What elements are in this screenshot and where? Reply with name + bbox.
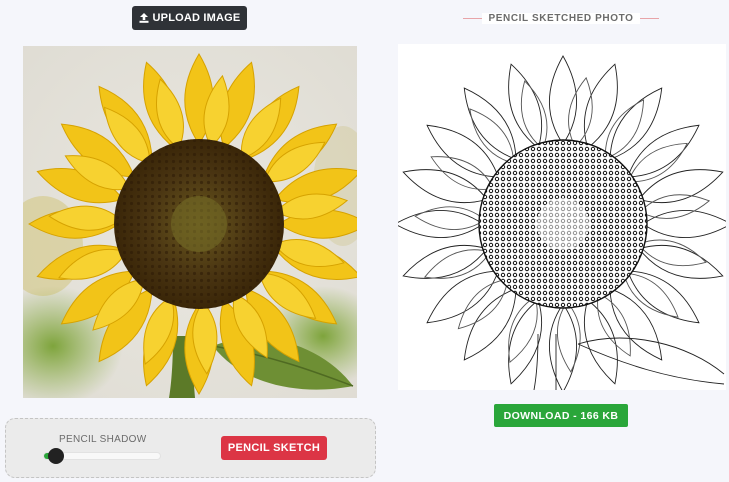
upload-image-button[interactable]: UPLOAD IMAGE xyxy=(132,6,247,30)
sunflower-photo xyxy=(23,46,357,398)
sketch-heading-label: PENCIL SKETCHED PHOTO xyxy=(482,12,640,24)
sketched-photo xyxy=(398,44,726,390)
upload-image-label: UPLOAD IMAGE xyxy=(152,12,241,24)
slider-thumb[interactable] xyxy=(48,448,64,464)
sketch-controls: PENCIL SHADOW PENCIL SKETCH xyxy=(5,418,376,478)
pencil-shadow-label: PENCIL SHADOW xyxy=(59,434,147,445)
upload-icon xyxy=(139,13,149,23)
original-photo xyxy=(23,46,357,398)
sketch-heading: PENCIL SKETCHED PHOTO xyxy=(463,10,659,26)
pencil-sketch-button[interactable]: PENCIL SKETCH xyxy=(221,436,327,460)
download-button[interactable]: DOWNLOAD - 166 KB xyxy=(494,404,628,427)
sunflower-sketch xyxy=(398,44,726,390)
